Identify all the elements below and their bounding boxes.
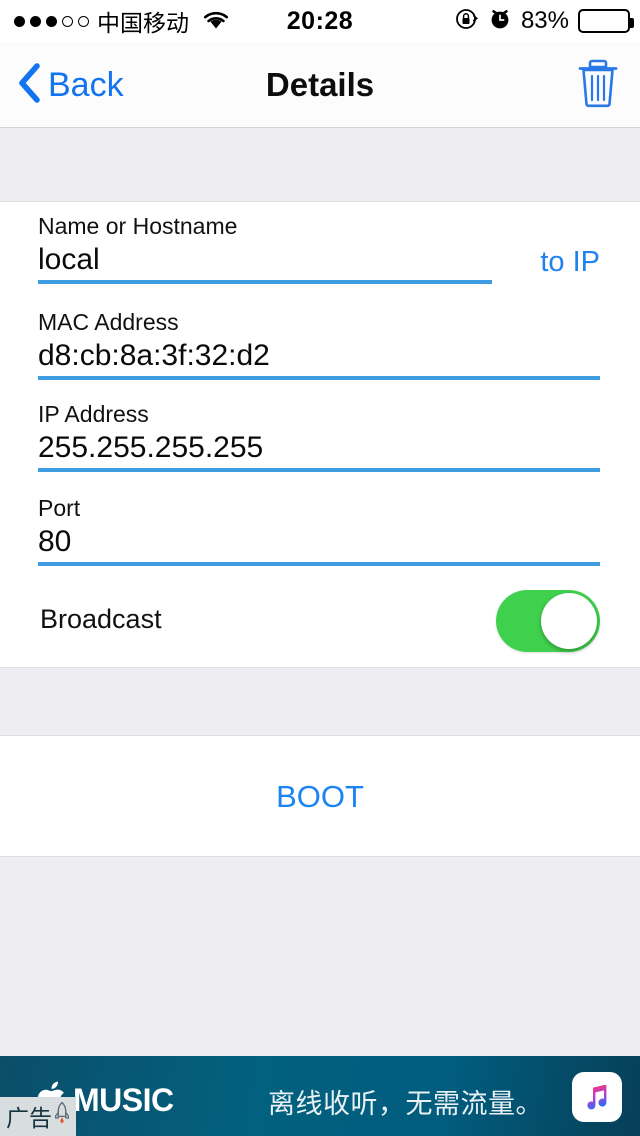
field-label: MAC Address	[38, 309, 179, 335]
field-underline	[38, 280, 492, 284]
section-gap-top	[0, 129, 640, 201]
battery-icon	[578, 9, 634, 33]
hostname-input[interactable]	[38, 240, 424, 280]
broadcast-label: Broadcast	[40, 604, 162, 634]
field-label: IP Address	[38, 401, 149, 427]
boot-section: BOOT	[0, 735, 640, 857]
field-label: Port	[38, 495, 81, 521]
port-input[interactable]	[38, 522, 424, 562]
field-mac-address: MAC Address	[38, 308, 600, 380]
details-form-section: Name or Hostname to IP MAC Address IP Ad…	[0, 201, 640, 668]
to-ip-button[interactable]: to IP	[540, 246, 600, 279]
ip-address-input[interactable]	[38, 428, 424, 468]
advertisement-banner[interactable]: MUSIC 离线收听，无需流量。 广告	[0, 1056, 640, 1136]
navigation-bar: Back Details	[0, 42, 640, 128]
trash-icon	[574, 55, 622, 116]
section-gap-bottom	[0, 857, 640, 1056]
alarm-clock-icon	[488, 7, 512, 36]
field-ip-address: IP Address	[38, 400, 600, 472]
app-screen: 中国移动 20:28 83% Back Details Name or Host…	[0, 0, 640, 1136]
ad-badge-label: 广告	[6, 1105, 52, 1131]
toggle-knob	[541, 593, 597, 649]
boot-button[interactable]: BOOT	[0, 736, 640, 858]
field-underline	[38, 562, 600, 566]
apple-music-icon	[572, 1072, 622, 1122]
delete-button[interactable]	[574, 42, 622, 128]
page-title: Details	[265, 66, 375, 103]
field-port: Port	[38, 494, 600, 566]
field-underline	[38, 376, 600, 380]
broadcast-toggle[interactable]	[496, 590, 600, 652]
field-name-or-hostname: Name or Hostname	[38, 212, 492, 284]
status-bar-right: 83%	[455, 7, 634, 36]
rocket-icon	[54, 1101, 70, 1131]
rotation-lock-icon	[455, 7, 479, 36]
mac-address-input[interactable]	[38, 336, 424, 376]
field-label: Name or Hostname	[38, 213, 238, 239]
ad-label-badge: 广告	[0, 1097, 76, 1136]
section-gap-middle	[0, 668, 640, 735]
ad-headline: 离线收听，无需流量。	[268, 1089, 543, 1119]
broadcast-row: Broadcast	[0, 582, 640, 668]
ad-brand-label: MUSIC	[73, 1082, 174, 1118]
status-bar: 中国移动 20:28 83%	[0, 0, 640, 42]
field-underline	[38, 468, 600, 472]
battery-percentage: 83%	[520, 7, 569, 34]
